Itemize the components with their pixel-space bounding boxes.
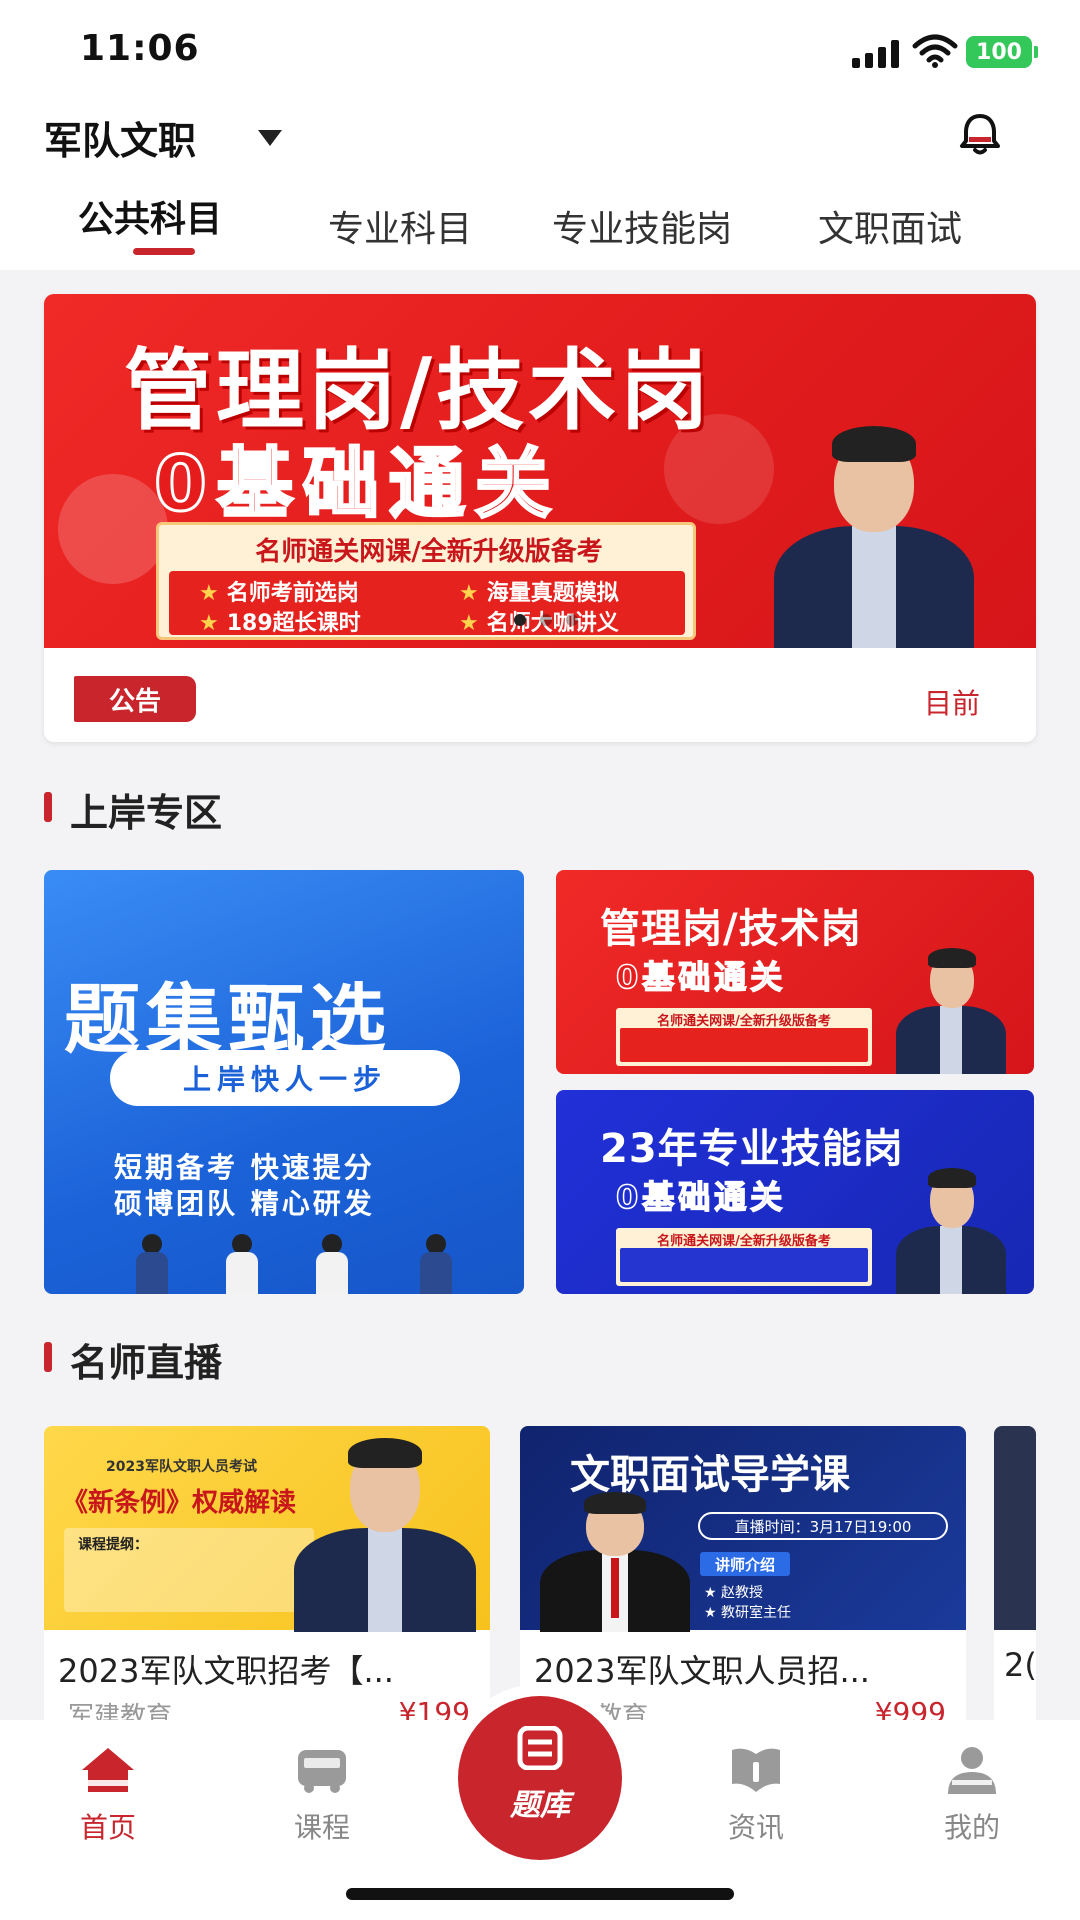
tile-line: 硕博团队 精心研发 [114, 1187, 375, 1220]
banner-bullet: ★ 海量真题模拟 [459, 581, 619, 606]
home-indicator [346, 1888, 734, 1900]
user-icon [948, 1747, 996, 1794]
tile-subtitle: 0基础通关 [615, 957, 787, 997]
question-bank-icon [517, 1726, 563, 1770]
live-course-title: 2( [1004, 1646, 1036, 1684]
battery-icon: 100 [966, 36, 1038, 68]
tab-skill-posts[interactable]: 专业技能岗 [552, 200, 732, 252]
banner-carousel[interactable]: 管理岗/技术岗 0基础通关 名师通关网课/全新升级版备考 ★ 名师考前选岗 ★ 海量… [44, 294, 1036, 648]
notice-marquee[interactable]: 目前 [924, 682, 980, 722]
banner-bullets: ★ 名师考前选岗 ★ 海量真题模拟 ★ 189超长课时 ★ 名师大咖讲义 [169, 571, 685, 636]
nav-label: 课程 [293, 1811, 350, 1844]
cover-outline: 课程提纲： [64, 1528, 314, 1612]
live-course-card[interactable]: 2( [994, 1426, 1036, 1726]
live-course-cover [994, 1426, 1036, 1630]
bell-icon[interactable] [956, 110, 1004, 158]
banner-card: 管理岗/技术岗 0基础通关 名师通关网课/全新升级版备考 ★ 名师考前选岗 ★ 海量… [44, 294, 1036, 742]
book-heart-icon [732, 1748, 780, 1792]
teacher-photo [530, 1488, 700, 1632]
promo-tile-skill-post[interactable]: 23年专业技能岗 0基础通关 名师通关网课/全新升级版备考 [556, 1090, 1034, 1294]
student-figure [414, 1234, 458, 1294]
student-figure [130, 1234, 174, 1294]
tile-box-title: 名师通关网课/全新升级版备考 [657, 1234, 831, 1249]
tile-title: 23年专业技能岗 [600, 1126, 904, 1172]
question-bank-button[interactable]: 题库 [458, 1696, 622, 1860]
banner-bullet: ★ 名师考前选岗 [199, 581, 359, 606]
nav-label: 首页 [79, 1811, 136, 1844]
live-course-cover: 文职面试导学课 直播时间：3月17日19:00 讲师介绍 ★ 赵教授 ★ 教研室… [520, 1426, 966, 1632]
section-marker [44, 1342, 52, 1372]
home-icon [82, 1748, 134, 1792]
tile-line: 短期备考 快速提分 [114, 1151, 375, 1184]
teacher-photo [754, 414, 994, 648]
promo-tile-management[interactable]: 管理岗/技术岗 0基础通关 名师通关网课/全新升级版备考 [556, 870, 1034, 1074]
nav-label: 资讯 [727, 1811, 784, 1844]
nav-courses[interactable]: 课程 [262, 1744, 382, 1846]
tile-title: 管理岗/技术岗 [600, 906, 862, 952]
status-time: 11:06 [80, 28, 200, 69]
cover-teacher-tag: 讲师介绍 [700, 1552, 790, 1576]
caret-down-icon[interactable] [258, 130, 282, 146]
notice-tag: 公告 [74, 676, 196, 722]
tile-subtitle: 0基础通关 [615, 1177, 787, 1217]
section-marker [44, 792, 52, 822]
nav-home[interactable]: 首页 [48, 1744, 168, 1846]
teacher-photo [280, 1432, 490, 1632]
tab-public-subjects[interactable]: 公共科目 [78, 190, 222, 242]
signal-icon [852, 40, 899, 68]
promo-tile-question-set[interactable]: 题集甄选 上岸快人一步 短期备考 快速提分 硕博团队 精心研发 [44, 870, 524, 1294]
tile-box-title: 名师通关网课/全新升级版备考 [657, 1014, 831, 1029]
live-course-card[interactable]: 2023军队文职人员考试 《新条例》权威解读 课程提纲： 2023军队文职招考【… [44, 1426, 490, 1726]
region-selector[interactable]: 军队文职 [44, 110, 196, 165]
question-bank-label: 题库 [510, 1788, 570, 1823]
live-course-card[interactable]: 文职面试导学课 直播时间：3月17日19:00 讲师介绍 ★ 赵教授 ★ 教研室… [520, 1426, 966, 1726]
live-course-title: 2023军队文职人员招... [534, 1652, 870, 1690]
tab-civilian-interview[interactable]: 文职面试 [818, 200, 962, 252]
tile-box: 名师通关网课/全新升级版备考 [616, 1228, 872, 1286]
teacher-photo [886, 1160, 1016, 1294]
section-title-live: 名师直播 [70, 1341, 223, 1385]
tile-pill: 上岸快人一步 [110, 1050, 460, 1106]
banner-bullet: ★ 189超长课时 [199, 611, 361, 636]
wifi-icon [912, 34, 958, 68]
active-tab-indicator [133, 248, 195, 255]
live-course-title: 2023军队文职招考【... [58, 1652, 394, 1690]
banner-box-title: 名师通关网课/全新升级版备考 [255, 537, 603, 567]
banner-subtitle: 0基础通关 [153, 438, 561, 530]
bus-icon [298, 1750, 346, 1793]
section-title-landing: 上岸专区 [70, 791, 223, 835]
cover-title: 《新条例》权威解读 [62, 1488, 297, 1518]
live-course-cover: 2023军队文职人员考试 《新条例》权威解读 课程提纲： [44, 1426, 490, 1632]
nav-label: 我的 [943, 1811, 1000, 1844]
tile-box: 名师通关网课/全新升级版备考 [616, 1008, 872, 1066]
carousel-dots [514, 614, 578, 626]
student-figure [310, 1234, 354, 1294]
student-figure [220, 1234, 264, 1294]
nav-news[interactable]: 资讯 [696, 1744, 816, 1846]
nav-profile[interactable]: 我的 [912, 1744, 1032, 1846]
decor-circle [58, 474, 168, 584]
cover-live-time: 直播时间：3月17日19:00 [698, 1512, 948, 1540]
teacher-photo [886, 940, 1016, 1074]
banner-feature-box: 名师通关网课/全新升级版备考 ★ 名师考前选岗 ★ 海量真题模拟 ★ 189超长课时 … [156, 522, 696, 640]
tab-professional-subjects[interactable]: 专业科目 [328, 200, 472, 252]
cover-caption: 2023军队文职人员考试 [106, 1459, 257, 1475]
